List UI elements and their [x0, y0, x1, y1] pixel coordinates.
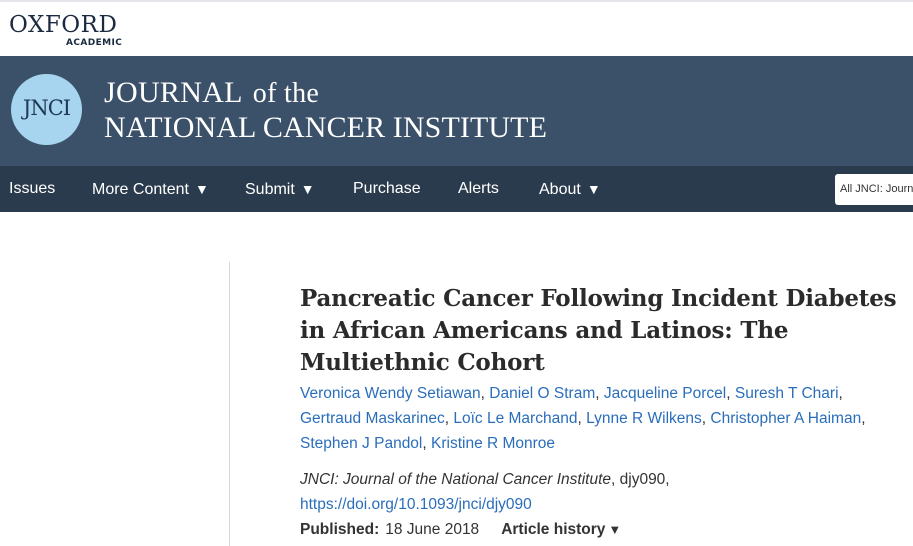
author-link[interactable]: Daniel O Stram [489, 385, 595, 402]
oxford-academic-logo[interactable]: OXFORD ACADEMIC [9, 12, 129, 52]
author-link[interactable]: Gertraud Maskarinec [300, 410, 445, 427]
published-label: Published: [300, 521, 380, 538]
article-history-label: Article history [501, 521, 606, 538]
search-scope-label: All JNCI: Journ [840, 183, 913, 195]
author-link[interactable]: Lynne R Wilkens [586, 410, 702, 427]
nav-item-more-content[interactable]: More Content ▼ [92, 166, 209, 212]
author-separator: , [861, 410, 866, 427]
journal-banner: JNCI JOURNAL of the NATIONAL CANCER INSTI… [0, 56, 913, 166]
article-history-toggle[interactable]: Article history ▼ [501, 521, 621, 538]
search-scope-select[interactable]: All JNCI: Journ [835, 174, 913, 205]
doi-link[interactable]: https://doi.org/10.1093/jnci/djy090 [300, 496, 532, 513]
chevron-down-icon: ▼ [608, 522, 622, 537]
journal-title-line1[interactable]: JOURNAL of the [104, 76, 319, 110]
jnci-logo[interactable]: JNCI [11, 74, 82, 145]
author-separator: , [444, 410, 450, 427]
citation-block: JNCI: Journal of the National Cancer Ins… [300, 467, 900, 517]
nav-item-about[interactable]: About ▼ [539, 166, 601, 212]
author-link[interactable]: Christopher A Haiman [710, 410, 861, 427]
chevron-down-icon: ▼ [194, 181, 209, 197]
author-separator: , [726, 385, 731, 402]
nav-item-label: About [539, 181, 581, 198]
author-link[interactable]: Jacqueline Porcel [604, 385, 726, 402]
nav-item-purchase[interactable]: Purchase [353, 166, 421, 212]
author-link[interactable]: Stephen J Pandol [300, 435, 422, 452]
journal-title-of-the: of the [252, 78, 320, 109]
author-separator: , [480, 385, 485, 402]
nav-item-label: Submit [245, 181, 295, 198]
author-separator: , [701, 410, 707, 427]
chevron-down-icon: ▼ [586, 181, 601, 197]
author-link[interactable]: Loïc Le Marchand [453, 410, 577, 427]
author-link[interactable]: Veronica Wendy Setiawan [300, 385, 481, 402]
academic-wordmark: ACADEMIC [66, 38, 123, 48]
published-date: 18 June 2018 [385, 521, 480, 538]
top-border [0, 0, 913, 2]
author-link[interactable]: Suresh T Chari [735, 385, 839, 402]
chevron-down-icon: ▼ [300, 181, 315, 197]
nav-item-label: Purchase [353, 180, 421, 197]
author-separator: , [422, 435, 427, 452]
nav-item-label: More Content [92, 181, 189, 198]
author-list: Veronica Wendy Setiawan, Daniel O Stram,… [300, 381, 900, 456]
citation-article-id: , djy090, [611, 471, 670, 488]
nav-item-alerts[interactable]: Alerts [458, 166, 499, 212]
publication-row: Published: 18 June 2018 Article history ▼ [300, 517, 621, 542]
author-separator: , [595, 385, 600, 402]
article-title: Pancreatic Cancer Following Incident Dia… [300, 285, 897, 376]
author-separator: , [838, 385, 843, 402]
oxford-wordmark: OXFORD [9, 12, 118, 38]
journal-title-journal: JOURNAL [104, 76, 243, 109]
journal-title-line2[interactable]: NATIONAL CANCER INSTITUTE [104, 111, 547, 145]
nav-item-submit[interactable]: Submit ▼ [245, 166, 315, 212]
nav-item-label: Alerts [458, 180, 499, 197]
author-separator: , [577, 410, 582, 427]
author-link[interactable]: Kristine R Monroe [431, 435, 555, 452]
nav-item-issues[interactable]: Issues [9, 166, 55, 212]
jnci-logo-text: JNCI [22, 96, 71, 120]
citation-journal: JNCI: Journal of the National Cancer Ins… [300, 471, 612, 488]
sidebar-divider [229, 262, 230, 546]
main-nav: Issues More Content ▼ Submit ▼ Purchase Al… [0, 166, 913, 212]
nav-item-label: Issues [9, 180, 56, 197]
